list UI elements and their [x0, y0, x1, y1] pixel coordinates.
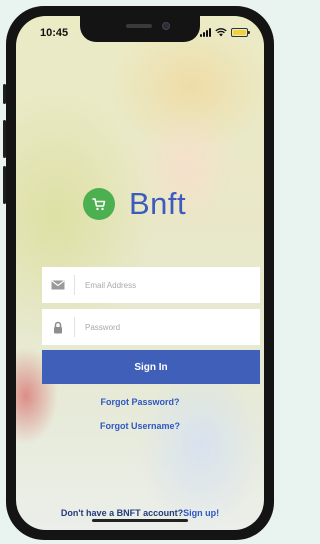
signal-icon — [200, 27, 211, 37]
volume-down-button — [3, 166, 6, 204]
speaker — [126, 24, 152, 28]
password-field[interactable] — [42, 309, 260, 345]
status-icons — [200, 27, 250, 37]
front-camera — [162, 22, 170, 30]
brand-name: Bnft — [129, 186, 187, 221]
signup-link[interactable]: Sign up! — [183, 508, 219, 518]
password-input[interactable] — [83, 321, 243, 333]
logo-badge — [83, 188, 115, 220]
brand-logo: Bnft — [83, 186, 186, 222]
login-screen: 10:45 Bnft Email Address Sign In Forgot … — [16, 16, 264, 530]
sign-in-button[interactable]: Sign In — [42, 350, 260, 384]
email-field[interactable] — [42, 267, 260, 303]
battery-icon — [231, 27, 250, 37]
field-divider — [74, 317, 75, 337]
signup-footer: Don't have a BNFT account?Sign up! — [16, 508, 264, 518]
signup-prompt: Don't have a BNFT account? — [60, 508, 184, 518]
notch — [80, 16, 200, 42]
mail-icon — [42, 280, 74, 290]
wifi-icon — [215, 27, 227, 36]
home-indicator[interactable] — [92, 519, 188, 522]
forgot-password-link[interactable]: Forgot Password? — [16, 397, 264, 407]
phone-frame: 10:45 Bnft Email Address Sign In Forgot … — [3, 6, 274, 540]
field-divider — [74, 275, 75, 295]
cart-icon — [92, 198, 106, 211]
volume-up-button — [3, 120, 6, 158]
mute-switch — [3, 84, 6, 104]
forgot-username-link[interactable]: Forgot Username? — [16, 421, 264, 431]
lock-icon — [42, 321, 74, 334]
status-time: 10:45 — [40, 27, 69, 39]
email-input[interactable] — [83, 279, 243, 291]
